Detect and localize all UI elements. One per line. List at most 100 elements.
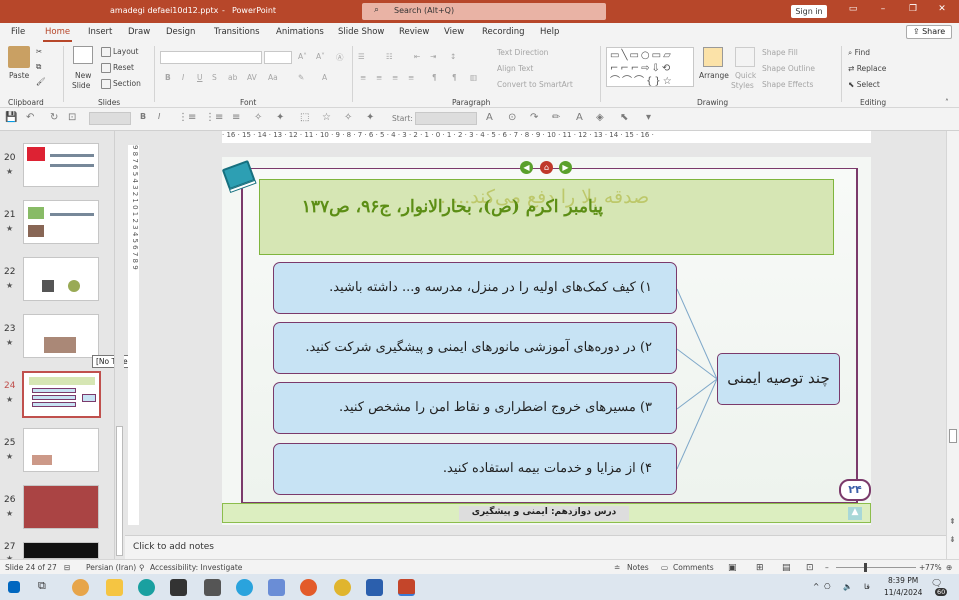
next-slide-nav-icon[interactable]: ▶: [559, 161, 572, 174]
qat-bold-icon[interactable]: B: [140, 112, 146, 121]
qat-align-icon[interactable]: ≡: [232, 112, 240, 123]
qat-star-icon[interactable]: ☆: [322, 112, 331, 123]
font-name-dropdown[interactable]: [160, 51, 262, 64]
qat-select-icon[interactable]: ⬉: [620, 112, 628, 123]
start-dropdown[interactable]: [415, 112, 477, 125]
tip-item-3[interactable]: ۳) مسیرهای خروج اضطراری و نقاط امن را مش…: [273, 382, 677, 434]
tab-insert[interactable]: Insert: [88, 27, 112, 37]
prev-slide-nav-icon[interactable]: ◀: [520, 161, 533, 174]
firefox-icon[interactable]: [300, 579, 317, 596]
accessibility-status[interactable]: Accessibility: Investigate: [150, 563, 242, 572]
qat-shapes-icon[interactable]: ⬚: [300, 112, 309, 123]
zoom-out-icon[interactable]: –: [825, 563, 829, 572]
italic-icon[interactable]: I: [182, 73, 184, 82]
arrange-icon[interactable]: [703, 47, 723, 67]
tab-file[interactable]: File: [11, 27, 25, 37]
slide-scroll-thumb[interactable]: [949, 429, 957, 443]
zoom-slider-thumb[interactable]: [864, 563, 867, 572]
tab-home[interactable]: Home: [42, 27, 73, 42]
accessibility-icon[interactable]: ⚲: [139, 563, 145, 572]
reading-view-icon[interactable]: ▤: [782, 563, 791, 573]
shape-effects-button[interactable]: Shape Effects: [762, 80, 813, 89]
bullets-icon[interactable]: ☰: [358, 52, 365, 61]
qat-marker-icon[interactable]: ✏: [552, 112, 560, 123]
numbering-icon[interactable]: ☷: [386, 52, 393, 61]
section-button[interactable]: Section: [101, 79, 141, 89]
thumbnail-scroll-thumb[interactable]: [116, 426, 123, 556]
clock-date[interactable]: 11/4/2024: [884, 588, 922, 597]
redo-icon[interactable]: ↻: [50, 112, 58, 123]
zoom-slider[interactable]: [836, 563, 916, 572]
convert-smartart-button[interactable]: Convert to SmartArt: [497, 80, 573, 89]
shape-outline-button[interactable]: Shape Outline: [762, 64, 815, 73]
font-combo[interactable]: [89, 112, 131, 125]
file-explorer-icon[interactable]: [106, 579, 123, 596]
next-slide-icon[interactable]: ⇟: [949, 535, 956, 544]
notes-toggle[interactable]: Notes: [627, 563, 649, 572]
qat-fill-icon[interactable]: ◈: [596, 112, 604, 123]
tab-draw[interactable]: Draw: [128, 27, 150, 37]
paste-button[interactable]: Paste: [9, 71, 29, 80]
columns-icon[interactable]: ▥: [470, 73, 477, 82]
quick-styles-button-line2[interactable]: Styles: [731, 81, 754, 90]
change-case-icon[interactable]: Aa: [268, 73, 278, 82]
qat-effects-icon[interactable]: ✦: [276, 112, 284, 123]
justify-icon[interactable]: ≡: [408, 73, 414, 82]
normal-view-icon[interactable]: ▣: [728, 563, 737, 573]
store-app-icon[interactable]: [170, 579, 187, 596]
qat-animation-icon[interactable]: ✧: [254, 112, 262, 123]
strikethrough-icon[interactable]: ab: [228, 73, 237, 82]
slide-sorter-icon[interactable]: ⊞: [756, 563, 764, 573]
highlight-icon[interactable]: ✎: [298, 73, 304, 82]
align-text-button[interactable]: Align Text: [497, 64, 533, 73]
edge-app-icon[interactable]: [138, 579, 155, 596]
increase-indent-icon[interactable]: ⇥: [430, 52, 436, 61]
tab-recording[interactable]: Recording: [482, 27, 525, 37]
new-slide-icon[interactable]: [73, 46, 93, 64]
start-from-beginning-icon[interactable]: ⊡: [68, 112, 76, 123]
arrange-button[interactable]: Arrange: [699, 71, 729, 80]
telegram-icon[interactable]: [236, 579, 253, 596]
tray-overflow-icon[interactable]: ^: [813, 582, 819, 591]
ribbon-display-icon[interactable]: ▭: [845, 4, 861, 18]
decrease-indent-icon[interactable]: ⇤: [414, 52, 420, 61]
shape-fill-button[interactable]: Shape Fill: [762, 48, 798, 57]
shapes-gallery[interactable]: ▭╲▭○▭▱ ⌐⌐⌐⇨⇩⟲ ⌒⌒⌒{}☆: [606, 47, 694, 87]
tip-item-2[interactable]: ۲) در دوره‌های آموزشی مانورهای ایمنی و پ…: [273, 322, 677, 374]
thumbnail-slide-22[interactable]: 22 ★: [0, 257, 115, 307]
qat-effect2-icon[interactable]: ✧: [344, 112, 352, 123]
paste-icon[interactable]: [8, 46, 30, 68]
tab-transitions[interactable]: Transitions: [214, 27, 260, 37]
tab-animations[interactable]: Animations: [276, 27, 324, 37]
home-nav-icon[interactable]: ⌂: [540, 161, 553, 174]
quick-styles-button[interactable]: Quick: [735, 71, 756, 80]
new-slide-button-line2[interactable]: Slide: [72, 81, 90, 90]
format-painter-icon[interactable]: 🖌: [36, 77, 46, 86]
home-up-icon[interactable]: ▲: [848, 507, 862, 520]
text-direction-button[interactable]: Text Direction: [497, 48, 548, 57]
new-slide-button[interactable]: New: [75, 71, 91, 80]
windows-start-icon[interactable]: [8, 581, 20, 593]
clock-time[interactable]: 8:39 PM: [888, 576, 918, 585]
qat-numbering-icon[interactable]: ⋮≡: [205, 112, 223, 123]
comments-icon[interactable]: ▭: [661, 563, 668, 572]
input-language[interactable]: فا: [864, 582, 870, 591]
notes-icon[interactable]: ≐: [614, 563, 620, 572]
chrome-icon[interactable]: [334, 579, 351, 596]
reset-button[interactable]: Reset: [101, 63, 134, 73]
sign-in-button[interactable]: Sign in: [791, 5, 827, 18]
qat-redo-icon[interactable]: ↷: [530, 112, 538, 123]
close-icon[interactable]: ✕: [934, 4, 950, 18]
shadow-icon[interactable]: S: [212, 73, 217, 82]
quote-header[interactable]: صدقه بلا را دفع می‌کند... .: [259, 179, 834, 255]
remote-app-icon[interactable]: [268, 579, 285, 596]
qat-bullets-icon[interactable]: ⋮≡: [178, 112, 196, 123]
tab-slide-show[interactable]: Slide Show: [338, 27, 384, 37]
tip-item-1[interactable]: ۱) کیف کمک‌های اولیه را در منزل، مدرسه و…: [273, 262, 677, 314]
share-button[interactable]: ⇪ Share: [906, 25, 952, 39]
align-center-icon[interactable]: ≡: [376, 73, 382, 82]
font-color-icon[interactable]: A: [322, 73, 327, 82]
thumbnail-slide-21[interactable]: 21 ★: [0, 200, 115, 250]
qat-effect3-icon[interactable]: ✦: [366, 112, 374, 123]
prev-slide-icon[interactable]: ⇞: [949, 517, 956, 526]
